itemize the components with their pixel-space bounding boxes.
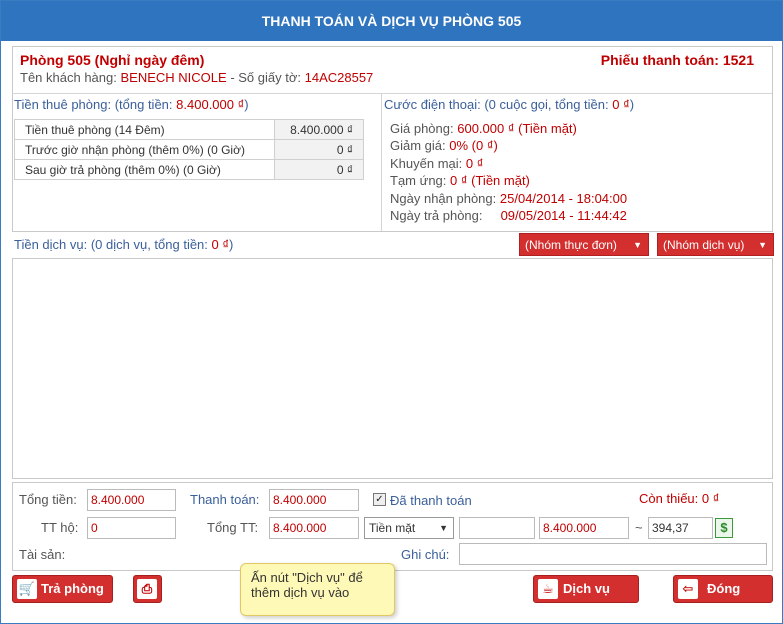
currency-icon[interactable]: $ <box>715 518 733 538</box>
remaining-value: 0 ₫ <box>701 491 720 506</box>
extra-field[interactable] <box>459 517 535 539</box>
rent-heading: Tiền thuê phòng: (tổng tiền: 8.400.000 ₫… <box>14 97 249 112</box>
table-row: Trước giờ nhận phòng (thêm 0%) (0 Giờ) 0… <box>14 139 364 160</box>
total-label: Tổng tiền: <box>19 492 77 507</box>
detail-row: Tạm ứng: 0 ₫ (Tiền mặt) <box>390 172 627 189</box>
stay-details: Giá phòng: 600.000 ₫ (Tiền mặt) Giảm giá… <box>390 120 627 224</box>
rent-row-label: Trước giờ nhận phòng (thêm 0%) (0 Giờ) <box>14 139 275 160</box>
detail-row: Khuyến mại: 0 ₫ <box>390 155 627 172</box>
room-info-panel: Phòng 505 (Nghỉ ngày đêm) Phiếu thanh to… <box>12 46 773 232</box>
detail-row: Giảm giá: 0% (0 ₫) <box>390 137 627 154</box>
note-label: Ghi chú: <box>401 547 450 562</box>
rent-row-value: 8.400.000 ₫ <box>274 119 364 140</box>
menu-group-select[interactable]: (Nhóm thực đơn) ▼ <box>519 233 649 256</box>
rent-row-label: Sau giờ trả phòng (thêm 0%) (0 Giờ) <box>14 159 275 180</box>
doc-number: 14AC28557 <box>304 70 374 85</box>
note-field[interactable] <box>459 543 767 565</box>
total-pay-field[interactable]: 8.400.000 <box>269 517 359 539</box>
detail-value: 09/05/2014 - 11:44:42 <box>500 208 627 224</box>
phone-heading-label: Cước điện thoại: (0 cuộc gọi, tổng tiền: <box>384 97 609 112</box>
chevron-down-icon: ▼ <box>439 523 448 533</box>
rent-table: Tiền thuê phòng (14 Đêm) 8.400.000 ₫ Trư… <box>14 119 364 180</box>
detail-row: Ngày nhận phòng: 25/04/2014 - 18:04:00 <box>390 190 627 207</box>
detail-value: 25/04/2014 - 18:04:00 <box>499 190 628 206</box>
payment-label: Thanh toán: <box>190 492 260 507</box>
chevron-down-icon: ▼ <box>633 240 642 250</box>
rent-heading-close: ) <box>244 97 249 112</box>
cart-icon: 🛒 <box>17 579 37 599</box>
table-row: Tiền thuê phòng (14 Đêm) 8.400.000 ₫ <box>14 119 364 140</box>
paid-label: Đã thanh toán <box>390 493 472 508</box>
hint-tooltip: Ấn nút "Dịch vụ" để thêm dịch vụ vào <box>240 563 395 616</box>
chevron-down-icon: ▼ <box>758 240 767 250</box>
detail-label: Giảm giá: <box>390 138 446 154</box>
customer-name: BENECH NICOLE <box>120 70 227 85</box>
service-button[interactable]: ☕ Dịch vụ <box>533 575 639 603</box>
bill-number: Phiếu thanh toán: 1521 <box>600 52 754 68</box>
paid-checkbox[interactable]: ✓ <box>373 493 386 506</box>
close-button[interactable]: ⇦ Đóng <box>673 575 773 603</box>
total-field[interactable]: 8.400.000 <box>87 489 176 511</box>
proxy-pay-label: TT hộ: <box>41 520 79 535</box>
remaining-label: Còn thiếu: 0 ₫ <box>639 491 719 506</box>
table-row: Sau giờ trả phòng (thêm 0%) (0 Giờ) 0 ₫ <box>14 159 364 180</box>
service-heading-close: ) <box>229 237 234 252</box>
print-icon: ⎙ <box>137 579 157 599</box>
customer-label: Tên khách hàng: <box>20 70 117 85</box>
detail-value: 0 ₫ (Tiền mặt) <box>450 173 530 189</box>
room-heading: Phòng 505 (Nghỉ ngày đêm) <box>20 52 205 68</box>
detail-label: Ngày trả phòng: <box>390 208 483 224</box>
tilde-separator: ~ <box>635 520 643 535</box>
checkout-button[interactable]: 🛒 Trả phòng <box>12 575 113 603</box>
rent-row-label: Tiền thuê phòng (14 Đêm) <box>14 119 275 140</box>
print-button[interactable]: ⎙ <box>133 575 162 603</box>
phone-heading: Cước điện thoại: (0 cuộc gọi, tổng tiền:… <box>384 97 634 112</box>
detail-row: Ngày trả phòng: 09/05/2014 - 11:44:42 <box>390 207 627 224</box>
divider <box>381 93 382 231</box>
rent-heading-label: Tiền thuê phòng: (tổng tiền: <box>14 97 173 112</box>
exit-icon: ⇦ <box>678 579 698 599</box>
checkout-button-label: Trả phòng <box>41 581 104 596</box>
rent-row-value: 0 ₫ <box>274 159 364 180</box>
assets-label: Tài sản: <box>19 547 66 562</box>
rent-total: 8.400.000 ₫ <box>176 97 245 112</box>
phone-total: 0 ₫ <box>612 97 630 112</box>
doc-label: - Số giấy tờ: <box>230 70 301 85</box>
divider <box>13 93 772 94</box>
converted-amount-field[interactable]: 394,37 <box>648 517 713 539</box>
guest-line: Tên khách hàng: BENECH NICOLE - Số giấy … <box>20 70 373 85</box>
detail-row: Giá phòng: 600.000 ₫ (Tiền mặt) <box>390 120 627 137</box>
amount-field[interactable]: 8.400.000 <box>539 517 629 539</box>
rent-row-value: 0 ₫ <box>274 139 364 160</box>
detail-value: 0% (0 ₫) <box>449 138 498 154</box>
detail-label: Ngày nhận phòng: <box>390 190 497 206</box>
service-list <box>12 258 773 479</box>
proxy-pay-field[interactable]: 0 <box>87 517 176 539</box>
service-button-label: Dịch vụ <box>563 581 610 596</box>
service-group-select[interactable]: (Nhóm dịch vụ) ▼ <box>657 233 774 256</box>
payment-method-select[interactable]: Tiền mặt ▼ <box>364 517 454 539</box>
service-group-value: (Nhóm dịch vụ) <box>663 238 745 252</box>
detail-label: Khuyến mại: <box>390 155 463 171</box>
service-total: 0 ₫ <box>211 237 230 252</box>
service-heading: Tiền dịch vụ: (0 dịch vụ, tổng tiền: 0 ₫… <box>14 237 233 252</box>
coffee-cup-icon: ☕ <box>538 579 558 599</box>
menu-group-value: (Nhóm thực đơn) <box>525 238 617 252</box>
detail-label: Tạm ứng: <box>390 173 447 189</box>
dialog-title: THANH TOÁN VÀ DỊCH VỤ PHÒNG 505 <box>1 1 782 41</box>
payment-method-value: Tiền mặt <box>369 521 416 535</box>
detail-label: Giá phòng: <box>390 121 454 136</box>
remaining-label-text: Còn thiếu: <box>639 491 699 506</box>
payment-dialog: THANH TOÁN VÀ DỊCH VỤ PHÒNG 505 Phòng 50… <box>0 0 783 624</box>
service-heading-label: Tiền dịch vụ: (0 dịch vụ, tổng tiền: <box>14 237 208 252</box>
total-pay-label: Tổng TT: <box>207 520 259 535</box>
phone-heading-close: ) <box>629 97 635 112</box>
payment-field[interactable]: 8.400.000 <box>269 489 359 511</box>
close-button-label: Đóng <box>707 581 741 596</box>
detail-value: 600.000 ₫ (Tiền mặt) <box>457 121 577 136</box>
detail-value: 0 ₫ <box>465 155 484 171</box>
